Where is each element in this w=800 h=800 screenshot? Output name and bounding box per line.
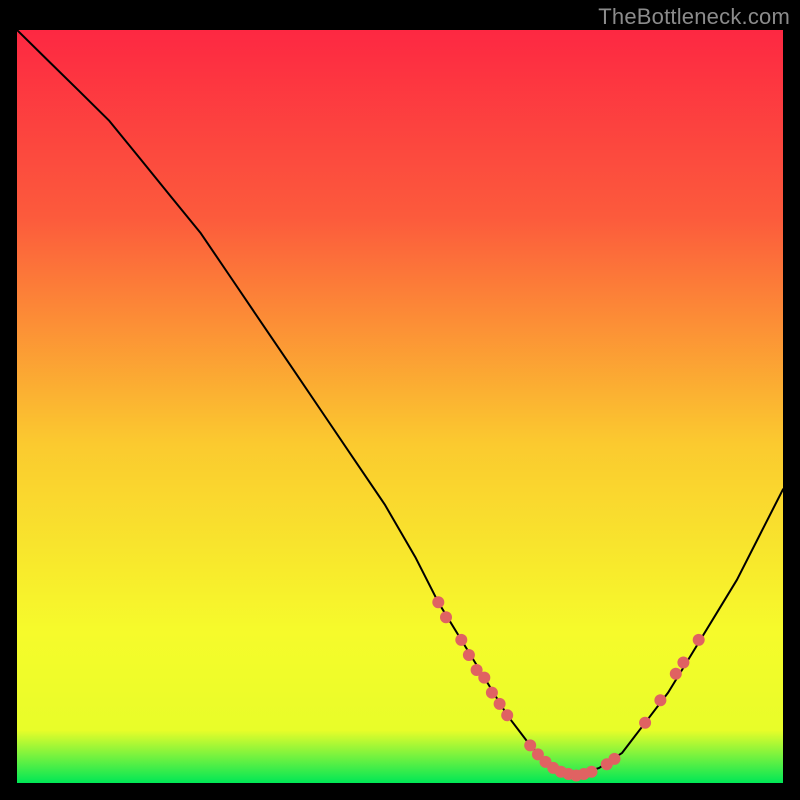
data-marker — [693, 634, 705, 646]
data-marker — [463, 649, 475, 661]
data-marker — [586, 766, 598, 778]
chart-plot-area — [17, 30, 783, 783]
data-marker — [455, 634, 467, 646]
watermark-text: TheBottleneck.com — [598, 4, 790, 30]
data-marker — [654, 694, 666, 706]
data-marker — [478, 672, 490, 684]
data-marker — [677, 657, 689, 669]
data-marker — [501, 709, 513, 721]
data-marker — [432, 596, 444, 608]
chart-background — [17, 30, 783, 783]
data-marker — [440, 611, 452, 623]
chart-svg — [17, 30, 783, 783]
data-marker — [639, 717, 651, 729]
data-marker — [494, 698, 506, 710]
data-marker — [670, 668, 682, 680]
data-marker — [486, 687, 498, 699]
data-marker — [609, 753, 621, 765]
chart-frame: TheBottleneck.com — [0, 0, 800, 800]
